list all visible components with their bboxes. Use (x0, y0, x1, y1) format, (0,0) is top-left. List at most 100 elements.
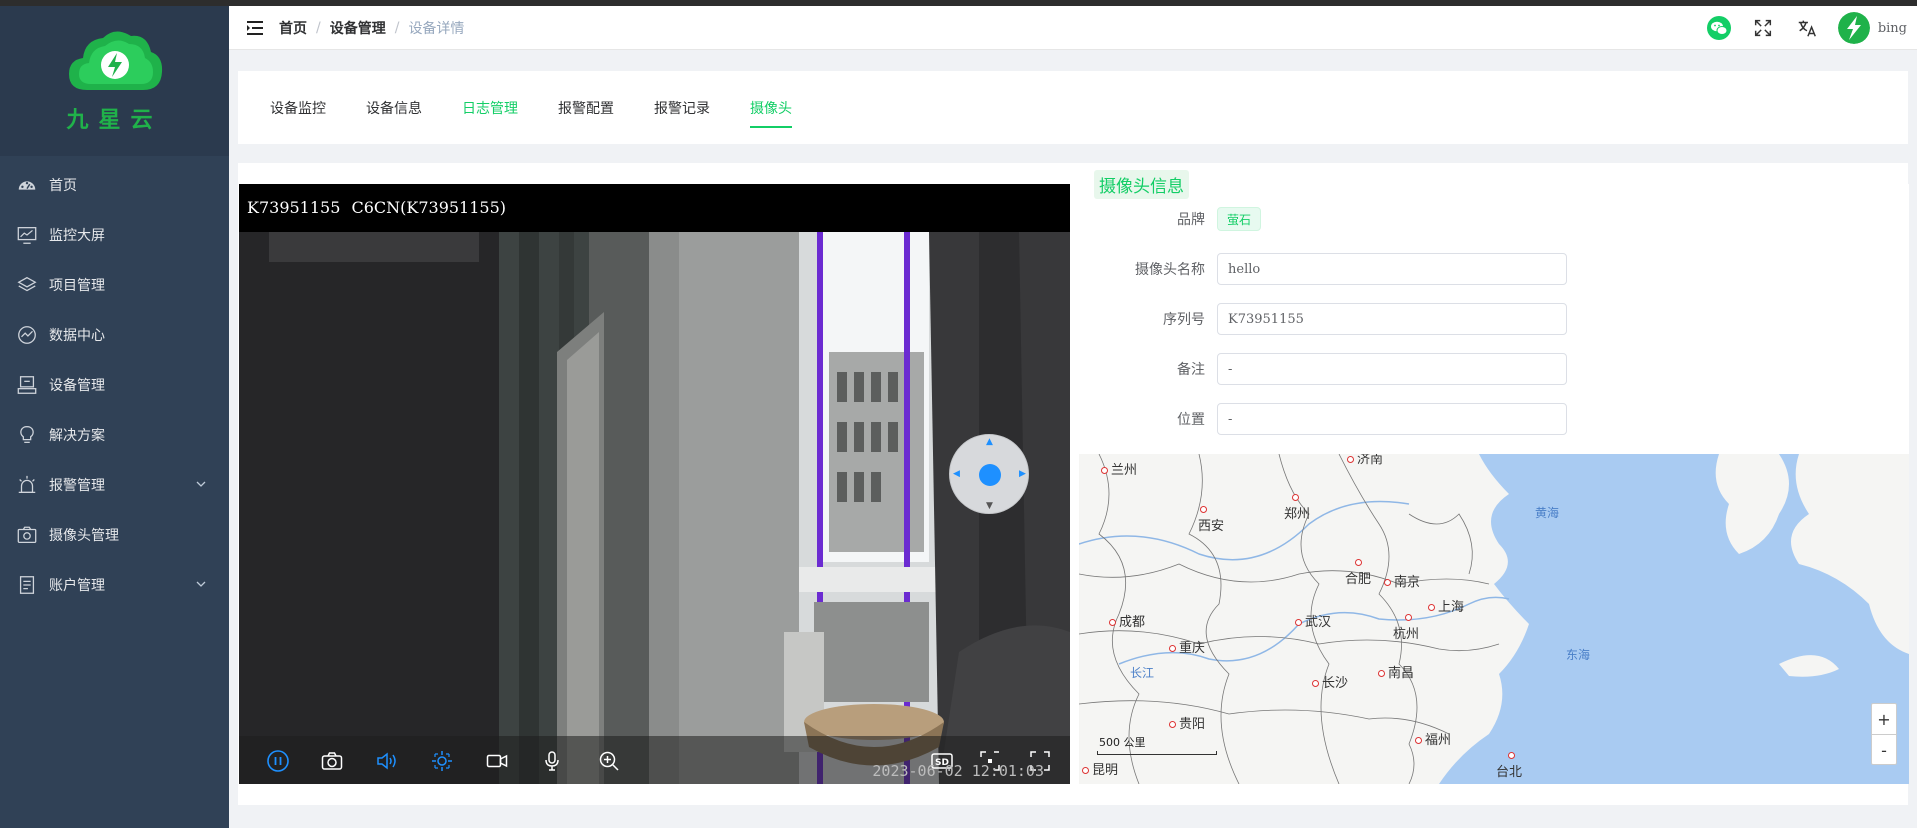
chevron-down-icon (196, 481, 206, 487)
serial-label: 序列号 (1163, 312, 1205, 328)
sidebar-item-home[interactable]: 首页 (0, 160, 229, 210)
map-city-kunming: 昆明 (1082, 759, 1118, 778)
hamburger-icon[interactable] (245, 18, 265, 38)
sidebar-item-solutions[interactable]: 解决方案 (0, 410, 229, 460)
remark-field[interactable]: - (1217, 353, 1567, 385)
remark-row: 备注 - (1079, 353, 1567, 385)
location-map[interactable]: 兰州 济南 西安 郑州 南京 合肥 上海 成都 武汉 重庆 杭州 南昌 长沙 贵… (1079, 454, 1909, 784)
breadcrumb-separator: / (316, 19, 321, 36)
logo-cloud-icon (68, 31, 162, 90)
record-video-icon[interactable] (484, 748, 510, 774)
sidebar-item-label: 首页 (49, 178, 77, 194)
map-zoom-control: + - (1871, 703, 1897, 765)
map-city-lanzhou: 兰州 (1101, 459, 1137, 478)
sidebar-item-label: 账户管理 (49, 578, 105, 594)
microphone-icon[interactable] (539, 748, 565, 774)
top-header: 首页 / 设备管理 / 设备详情 bing (229, 6, 1917, 50)
sidebar-item-label: 数据中心 (49, 328, 105, 344)
tab-camera[interactable]: 摄像头 (750, 71, 792, 144)
translate-icon[interactable] (1794, 15, 1820, 41)
user-avatar[interactable] (1837, 12, 1870, 44)
sidebar-item-label: 摄像头管理 (49, 528, 119, 544)
map-city-taipei: 台北 (1496, 752, 1522, 780)
serial-field[interactable]: K73951155 (1217, 303, 1567, 335)
map-city-fuzhou: 福州 (1415, 729, 1451, 748)
sidebar-item-devices[interactable]: 设备管理 (0, 360, 229, 410)
zoom-in-icon[interactable] (596, 748, 622, 774)
device-tabs: 设备监控 设备信息 日志管理 报警配置 报警记录 摄像头 (238, 71, 1908, 144)
sidebar-item-label: 设备管理 (49, 378, 105, 394)
breadcrumb-home[interactable]: 首页 (279, 18, 307, 38)
sidebar-item-projects[interactable]: 项目管理 (0, 260, 229, 310)
sidebar-item-label: 项目管理 (49, 278, 105, 294)
brand-label: 品牌 (1177, 212, 1205, 228)
map-city-nanchang: 南昌 (1378, 662, 1414, 681)
alarm-icon (15, 473, 39, 497)
camera-info-title: 摄像头信息 (1094, 170, 1189, 199)
focus-icon[interactable] (429, 748, 455, 774)
sidebar-item-data-center[interactable]: 数据中心 (0, 310, 229, 360)
sidebar-item-cameras[interactable]: 摄像头管理 (0, 510, 229, 560)
ptz-joystick[interactable]: ▲ ◀ ▶ ▼ (949, 434, 1029, 514)
video-player[interactable]: K73951155 C6CN(K73951155) ▲ ◀ ▶ ▼ SD 202… (239, 184, 1070, 784)
map-city-wuhan: 武汉 (1295, 611, 1331, 630)
camera-name-row: 摄像头名称 hello (1079, 253, 1567, 285)
sidebar-item-monitor-screen[interactable]: 监控大屏 (0, 210, 229, 260)
sidebar-item-alarms[interactable]: 报警管理 (0, 460, 229, 510)
video-title: K73951155 C6CN(K73951155) (247, 198, 507, 217)
ptz-center-knob[interactable] (979, 464, 1001, 486)
breadcrumb-separator: / (394, 19, 400, 36)
pause-icon[interactable] (265, 748, 291, 774)
map-scale-label: 500 公里 (1099, 736, 1146, 749)
camera-feed (239, 232, 1070, 784)
tab-alarm-config[interactable]: 报警配置 (558, 71, 614, 144)
ptz-up-arrow[interactable]: ▲ (986, 438, 993, 447)
map-city-hangzhou: 杭州 (1393, 614, 1419, 642)
ptz-right-arrow[interactable]: ▶ (1019, 470, 1026, 479)
breadcrumb: 首页 / 设备管理 / 设备详情 (279, 18, 464, 38)
ptz-down-arrow[interactable]: ▼ (986, 502, 993, 511)
map-terrain (1079, 454, 1909, 784)
map-city-chongqing: 重庆 (1169, 637, 1205, 656)
logo[interactable]: 九星云 (0, 6, 229, 156)
wechat-icon[interactable] (1706, 15, 1732, 41)
sidebar-item-accounts[interactable]: 账户管理 (0, 560, 229, 610)
chevron-down-icon (196, 581, 206, 587)
sidebar-item-label: 监控大屏 (49, 228, 105, 244)
map-city-shanghai: 上海 (1428, 596, 1464, 615)
chart-icon (15, 323, 39, 347)
snapshot-camera-icon[interactable] (319, 748, 345, 774)
tab-device-monitor[interactable]: 设备监控 (270, 71, 326, 144)
logo-text: 九星云 (66, 108, 163, 133)
breadcrumb-device-management[interactable]: 设备管理 (330, 18, 386, 38)
tabs-card: 设备监控 设备信息 日志管理 报警配置 报警记录 摄像头 (238, 71, 1908, 144)
account-icon (15, 573, 39, 597)
map-scale-bar (1097, 751, 1217, 755)
header-actions: bing (1688, 6, 1907, 50)
map-city-jinan: 济南 (1347, 454, 1383, 467)
camera-name-field[interactable]: hello (1217, 253, 1567, 285)
map-zoom-in-button[interactable]: + (1872, 704, 1896, 735)
sidebar-item-label: 解决方案 (49, 428, 105, 444)
location-label: 位置 (1177, 412, 1205, 428)
bulb-icon (15, 423, 39, 447)
breadcrumb-current: 设备详情 (408, 20, 465, 37)
map-city-changsha: 长沙 (1312, 672, 1348, 691)
device-icon (15, 373, 39, 397)
tab-alarm-records[interactable]: 报警记录 (654, 71, 710, 144)
camera-name-label: 摄像头名称 (1135, 262, 1205, 278)
volume-icon[interactable] (374, 748, 400, 774)
map-city-zhengzhou: 郑州 (1284, 494, 1310, 522)
tab-device-info[interactable]: 设备信息 (366, 71, 422, 144)
tab-log-management[interactable]: 日志管理 (462, 71, 518, 144)
location-row: 位置 - (1079, 403, 1567, 435)
map-city-xian: 西安 (1198, 506, 1224, 534)
location-field[interactable]: - (1217, 403, 1567, 435)
username[interactable]: bing (1878, 21, 1907, 36)
sidebar-item-label: 报警管理 (49, 478, 105, 494)
ptz-left-arrow[interactable]: ◀ (953, 470, 960, 479)
map-zoom-out-button[interactable]: - (1872, 735, 1896, 766)
monitor-icon (15, 223, 39, 247)
fullscreen-icon[interactable] (1750, 15, 1776, 41)
serial-row: 序列号 K73951155 (1079, 303, 1567, 335)
